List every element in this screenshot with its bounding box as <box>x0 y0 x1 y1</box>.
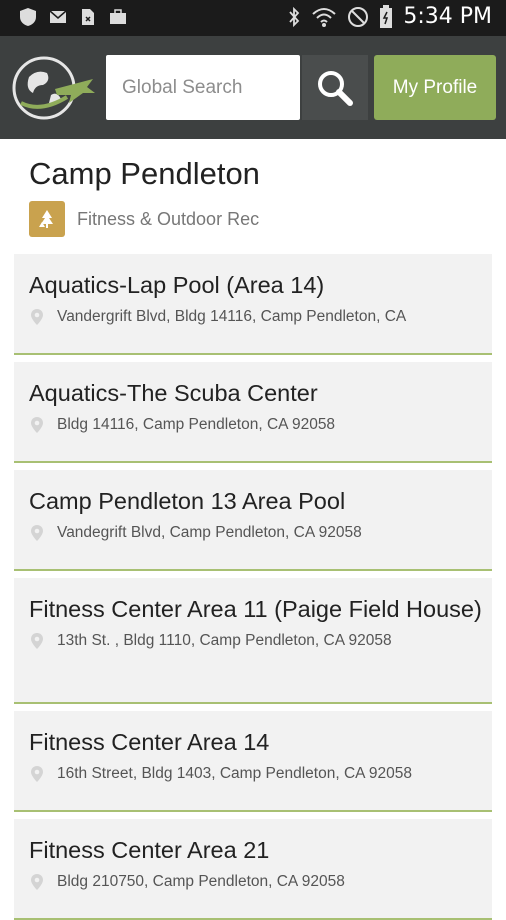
location-name: Camp Pendleton 13 Area Pool <box>29 488 346 514</box>
search-button[interactable] <box>302 55 368 120</box>
card-gap <box>14 812 492 819</box>
map-pin-icon <box>31 633 43 649</box>
location-card[interactable]: Aquatics-Lap Pool (Area 14) Vandergrift … <box>14 254 492 355</box>
location-address: Bldg 14116, Camp Pendleton, CA 92058 <box>57 416 336 433</box>
location-address: Vandegrift Blvd, Camp Pendleton, CA 9205… <box>57 524 362 541</box>
map-pin-icon <box>31 309 43 325</box>
map-pin-icon <box>31 766 43 782</box>
global-search-input[interactable] <box>120 75 294 100</box>
location-name: Fitness Center Area 11 (Paige Field Hous… <box>29 596 482 622</box>
mail-notification-icon <box>49 10 67 23</box>
location-card[interactable]: Camp Pendleton 13 Area Pool Vandegrift B… <box>14 470 492 571</box>
document-notification-icon <box>82 9 94 25</box>
shield-notification-icon <box>20 8 36 26</box>
location-card[interactable]: Fitness Center Area 14 16th Street, Bldg… <box>14 711 492 812</box>
map-pin-icon <box>31 874 43 890</box>
card-gap <box>14 463 492 470</box>
location-card[interactable]: Fitness Center Area 21 Bldg 210750, Camp… <box>14 819 492 920</box>
card-gap <box>14 704 492 711</box>
status-bar: 5:34 PM <box>0 0 506 36</box>
category-label: Fitness & Outdoor Rec <box>77 208 260 229</box>
map-pin-icon <box>31 417 43 433</box>
search-icon <box>318 70 353 106</box>
page-title: Camp Pendleton <box>29 156 260 191</box>
battery-icon <box>380 4 393 28</box>
tree-icon <box>29 201 65 237</box>
my-profile-button[interactable]: My Profile <box>374 55 496 120</box>
briefcase-notification-icon <box>110 9 126 24</box>
map-pin-icon <box>31 525 43 541</box>
status-time: 5:34 PM <box>403 4 492 29</box>
app-logo[interactable] <box>11 55 97 121</box>
location-name: Fitness Center Area 21 <box>29 837 270 863</box>
location-card[interactable]: Aquatics-The Scuba Center Bldg 14116, Ca… <box>14 362 492 463</box>
location-name: Aquatics-Lap Pool (Area 14) <box>29 272 325 298</box>
location-card[interactable]: Fitness Center Area 11 (Paige Field Hous… <box>14 578 492 704</box>
wifi-icon <box>312 7 337 27</box>
do-not-disturb-icon <box>348 6 369 27</box>
bluetooth-icon <box>289 6 300 27</box>
location-name: Fitness Center Area 14 <box>29 729 270 755</box>
notification-icons <box>18 7 128 27</box>
global-search-field[interactable] <box>106 55 300 120</box>
location-address: Vandergrift Blvd, Bldg 14116, Camp Pendl… <box>57 308 407 325</box>
card-gap <box>14 571 492 578</box>
location-address: Bldg 210750, Camp Pendleton, CA 92058 <box>57 873 345 890</box>
category-tag: Fitness & Outdoor Rec <box>29 201 259 237</box>
location-name: Aquatics-The Scuba Center <box>29 380 318 406</box>
location-list: Aquatics-Lap Pool (Area 14) Vandergrift … <box>14 254 492 920</box>
location-address: 13th St. , Bldg 1110, Camp Pendleton, CA… <box>57 632 392 649</box>
location-address: 16th Street, Bldg 1403, Camp Pendleton, … <box>57 765 413 782</box>
card-gap <box>14 355 492 362</box>
